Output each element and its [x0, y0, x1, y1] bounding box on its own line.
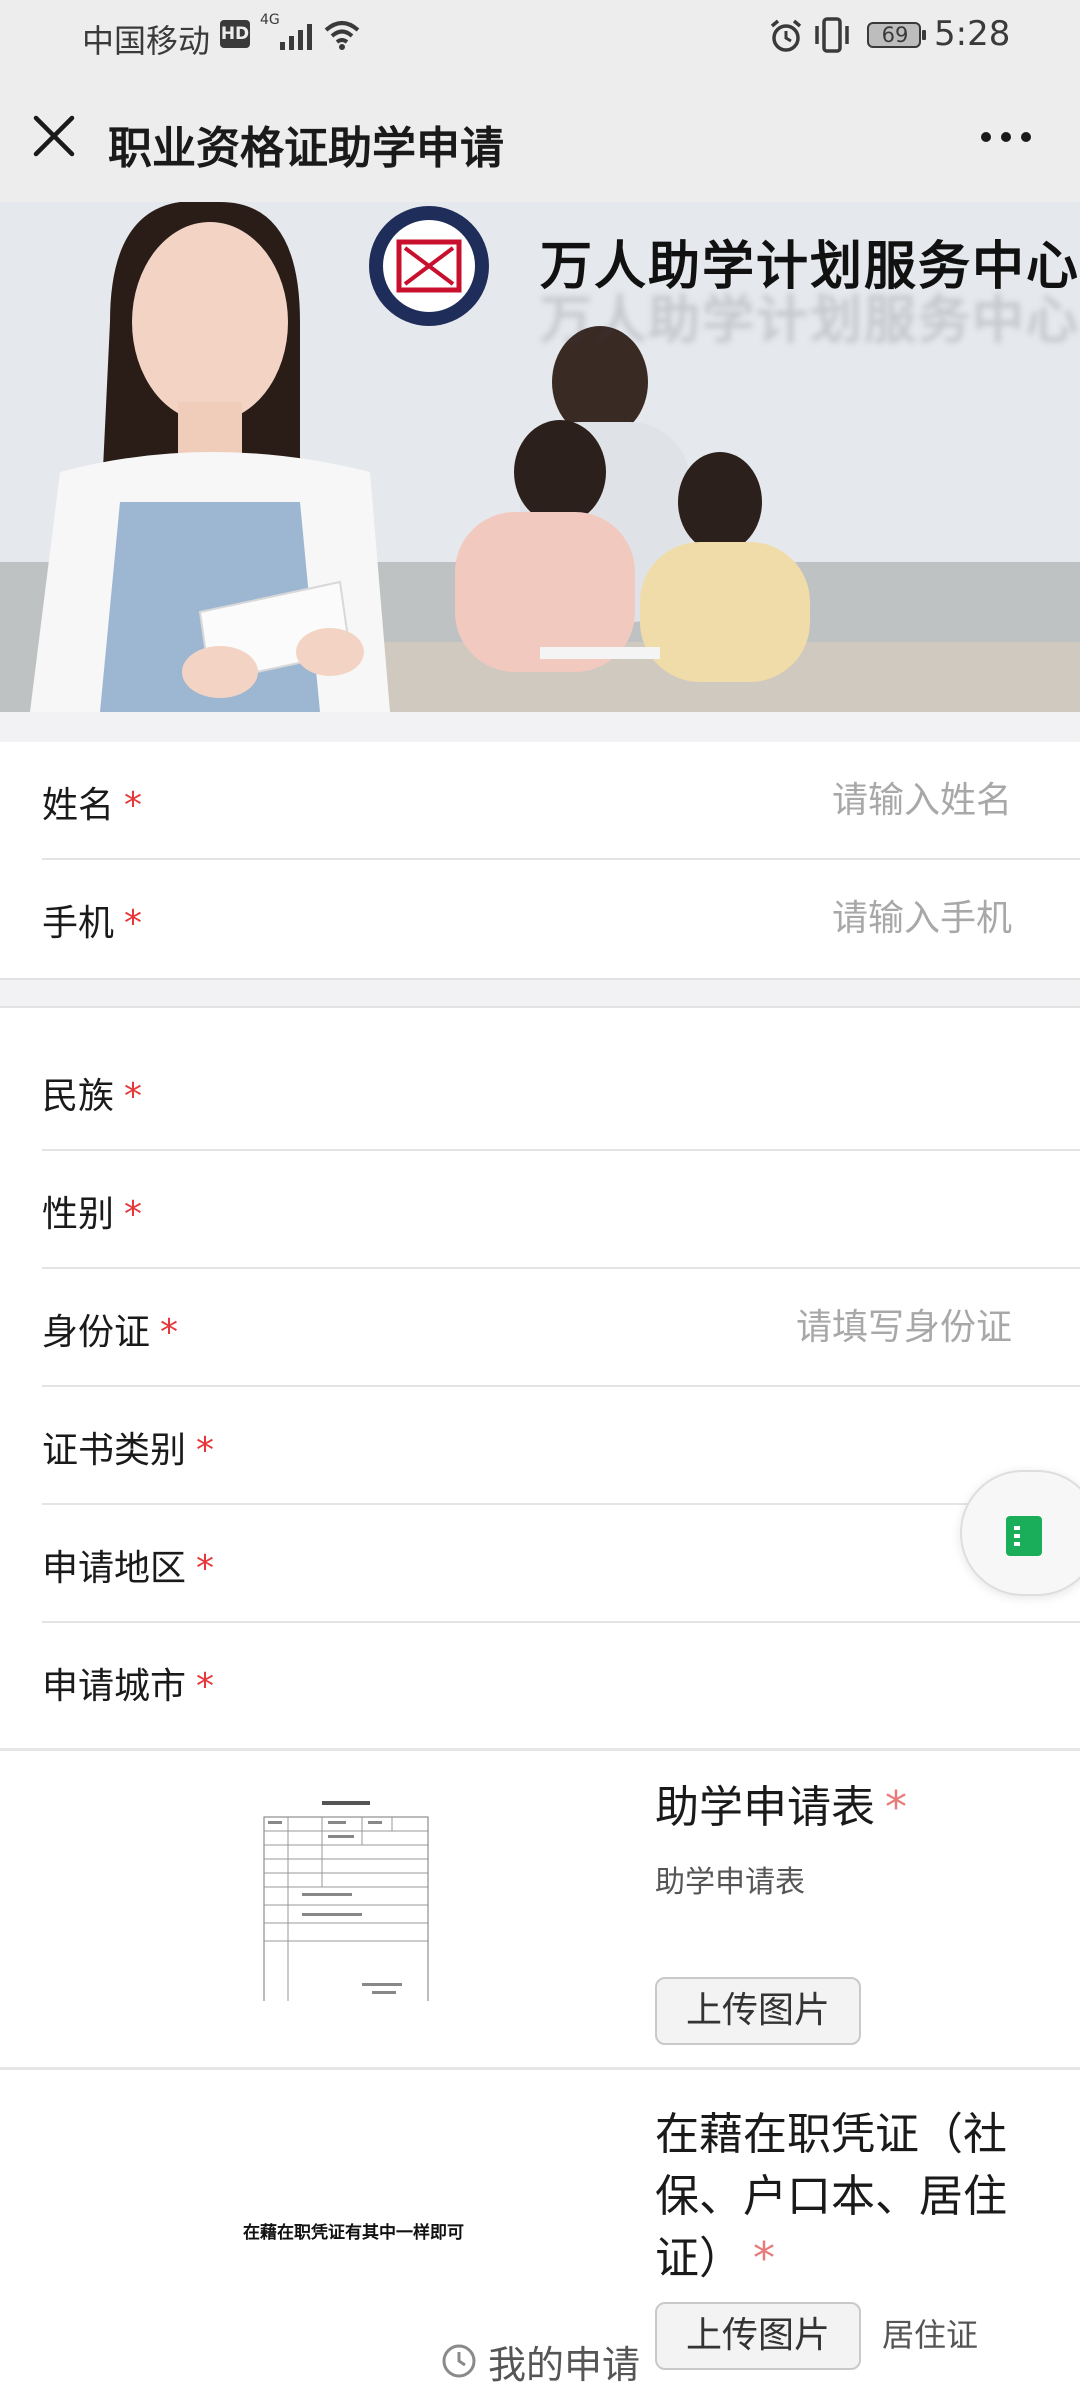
clock-icon [442, 2344, 476, 2378]
alarm-icon [770, 19, 802, 52]
form-row-city[interactable]: 申请城市 * [0, 1623, 1080, 1741]
section-spacer [0, 978, 1080, 1008]
banner-title: 万人助学计划服务中心 [540, 237, 1080, 297]
required-mark: * [124, 785, 143, 826]
required-mark: * [124, 1194, 143, 1235]
hd-badge: HD [220, 20, 250, 48]
form-row-ethnicity[interactable]: 民族 * [0, 1033, 1080, 1151]
upload-subtitle: 居住证 [882, 2316, 979, 2354]
my-application-label: 我的申请 [488, 2343, 641, 2387]
residence-proof-thumbnail-caption: 在藉在职凭证有其中一样即可 [243, 2223, 464, 2243]
required-mark: * [753, 2233, 775, 2284]
field-label: 身份证 * [42, 1312, 179, 1353]
form-row-gender[interactable]: 性别 * [0, 1151, 1080, 1269]
name-input[interactable] [512, 772, 1012, 828]
close-icon[interactable] [24, 106, 84, 166]
document-icon [1006, 1516, 1042, 1556]
required-mark: * [124, 903, 143, 944]
title-bar: 职业资格证助学申请 [0, 72, 1080, 202]
phone-input[interactable] [512, 890, 1012, 946]
form-row-id-card: 身份证 * [0, 1269, 1080, 1387]
form-row-phone: 手机 * [0, 860, 1080, 978]
floating-document-button[interactable] [960, 1470, 1080, 1596]
vibrate-icon [815, 17, 849, 53]
form-row-region[interactable]: 申请地区 * [0, 1505, 1080, 1623]
card-divider [0, 2067, 1080, 2070]
banner-image: 万人助学计划服务中心 万人助学计划服务中心 [0, 202, 1080, 712]
field-label: 性别 * [42, 1194, 143, 1235]
section-spacer [0, 712, 1080, 742]
signal-icon [280, 24, 312, 50]
form-row-certificate-type[interactable]: 证书类别 * [0, 1387, 1080, 1505]
field-label: 民族 * [42, 1076, 143, 1117]
application-form-thumbnail [262, 1793, 430, 2001]
more-options-icon[interactable] [976, 114, 1036, 160]
field-label: 申请地区 * [42, 1548, 215, 1589]
upload-title: 在藉在职凭证（社保、户口本、居住证） * [655, 2109, 1007, 2284]
battery-level: 69 [881, 23, 909, 47]
upload-image-button[interactable]: 上传图片 [655, 2302, 861, 2370]
upload-image-button[interactable]: 上传图片 [655, 1977, 861, 2045]
field-label: 申请城市 * [42, 1666, 215, 1707]
organization-logo [369, 206, 489, 326]
field-label: 姓名 * [42, 785, 143, 826]
required-mark: * [196, 1548, 215, 1589]
network-type: 4G [260, 12, 280, 28]
upload-card-application-form: 助学申请表 * 助学申请表 上传图片 [0, 1751, 1080, 2067]
upload-subtitle: 助学申请表 [655, 1865, 805, 1900]
field-label: 证书类别 * [42, 1430, 215, 1471]
required-mark: * [885, 1782, 907, 1833]
field-label: 手机 * [42, 903, 143, 944]
carrier-name: 中国移动 [82, 22, 211, 60]
status-time: 5:28 [934, 14, 1011, 54]
upload-title: 助学申请表 * [655, 1782, 907, 1833]
page-title: 职业资格证助学申请 [108, 123, 504, 174]
id-card-input[interactable] [512, 1299, 1012, 1355]
required-mark: * [196, 1430, 215, 1471]
required-mark: * [124, 1076, 143, 1117]
wifi-icon [324, 21, 360, 50]
required-mark: * [196, 1666, 215, 1707]
form-row-name: 姓名 * [0, 742, 1080, 860]
required-mark: * [160, 1312, 179, 1353]
status-bar: 中国移动 HD 4G 69 5:28 [0, 0, 1080, 72]
